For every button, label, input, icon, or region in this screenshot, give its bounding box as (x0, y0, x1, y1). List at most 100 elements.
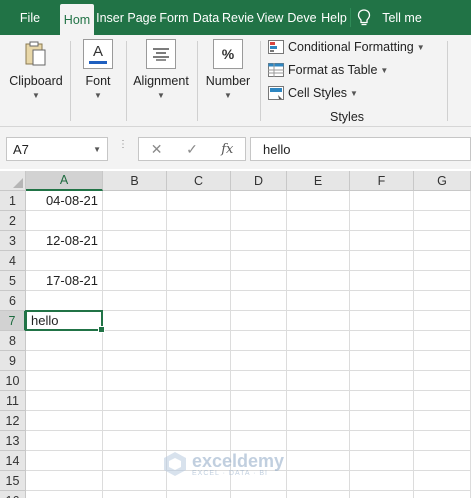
row-header-5[interactable]: 5 (0, 271, 26, 291)
cell-f7[interactable] (350, 311, 414, 331)
cancel-icon[interactable]: ✕ (139, 141, 174, 158)
cell-c5[interactable] (167, 271, 231, 291)
cell-e2[interactable] (287, 211, 350, 231)
cell-f8[interactable] (350, 331, 414, 351)
cell-d12[interactable] (231, 411, 287, 431)
cell-c1[interactable] (167, 191, 231, 211)
alignment-button[interactable]: Alignment ▼ (130, 35, 192, 100)
cell-a3[interactable]: 12-08-21 (26, 231, 103, 251)
cell-d6[interactable] (231, 291, 287, 311)
cell-c9[interactable] (167, 351, 231, 371)
cell-c6[interactable] (167, 291, 231, 311)
cell-e1[interactable] (287, 191, 350, 211)
format-as-table-button[interactable]: Format as Table ▼ (268, 63, 388, 77)
cell-f6[interactable] (350, 291, 414, 311)
chevron-down-icon[interactable]: ▼ (93, 145, 101, 154)
more-options-icon[interactable]: ⋮ (118, 140, 128, 150)
cell-d16[interactable] (231, 491, 287, 498)
lightbulb-icon[interactable] (351, 0, 377, 35)
row-header-14[interactable]: 14 (0, 451, 26, 471)
cell-g6[interactable] (414, 291, 471, 311)
cell-g8[interactable] (414, 331, 471, 351)
row-header-1[interactable]: 1 (0, 191, 26, 211)
cell-f10[interactable] (350, 371, 414, 391)
cell-e14[interactable] (287, 451, 350, 471)
row-header-2[interactable]: 2 (0, 211, 26, 231)
cell-d13[interactable] (231, 431, 287, 451)
cell-d4[interactable] (231, 251, 287, 271)
cell-c10[interactable] (167, 371, 231, 391)
cell-a11[interactable] (26, 391, 103, 411)
cell-b8[interactable] (103, 331, 167, 351)
tab-view[interactable]: View (254, 0, 286, 35)
cell-e12[interactable] (287, 411, 350, 431)
cell-b12[interactable] (103, 411, 167, 431)
cell-a15[interactable] (26, 471, 103, 491)
row-header-12[interactable]: 12 (0, 411, 26, 431)
cell-f3[interactable] (350, 231, 414, 251)
cell-d1[interactable] (231, 191, 287, 211)
font-button[interactable]: A Font ▼ (76, 35, 120, 100)
cell-a7[interactable]: hello (25, 310, 105, 333)
cell-f4[interactable] (350, 251, 414, 271)
row-header-16[interactable]: 16 (0, 491, 26, 498)
cell-g4[interactable] (414, 251, 471, 271)
cell-f13[interactable] (350, 431, 414, 451)
cell-a16[interactable] (26, 491, 103, 498)
tell-me-search[interactable]: Tell me (377, 0, 427, 35)
tab-review[interactable]: Revie (222, 0, 254, 35)
cell-c12[interactable] (167, 411, 231, 431)
cell-a6[interactable] (26, 291, 103, 311)
cell-b4[interactable] (103, 251, 167, 271)
cell-c4[interactable] (167, 251, 231, 271)
row-header-15[interactable]: 15 (0, 471, 26, 491)
row-header-8[interactable]: 8 (0, 331, 26, 351)
cell-a13[interactable] (26, 431, 103, 451)
cell-f11[interactable] (350, 391, 414, 411)
cell-a2[interactable] (26, 211, 103, 231)
name-box[interactable]: A7 ▼ (6, 137, 108, 161)
enter-check-icon[interactable]: ✓ (174, 141, 209, 158)
cell-d2[interactable] (231, 211, 287, 231)
column-header-b[interactable]: B (103, 171, 167, 191)
cell-f9[interactable] (350, 351, 414, 371)
cell-e7[interactable] (287, 311, 350, 331)
cell-c2[interactable] (167, 211, 231, 231)
cell-c11[interactable] (167, 391, 231, 411)
cell-g1[interactable] (414, 191, 471, 211)
tab-help[interactable]: Help (318, 0, 350, 35)
row-header-11[interactable]: 11 (0, 391, 26, 411)
cell-c13[interactable] (167, 431, 231, 451)
row-header-4[interactable]: 4 (0, 251, 26, 271)
cell-b7[interactable] (103, 311, 167, 331)
cell-g16[interactable] (414, 491, 471, 498)
cell-e6[interactable] (287, 291, 350, 311)
column-header-g[interactable]: G (414, 171, 471, 191)
column-header-e[interactable]: E (287, 171, 350, 191)
cell-c3[interactable] (167, 231, 231, 251)
cell-a9[interactable] (26, 351, 103, 371)
cell-a4[interactable] (26, 251, 103, 271)
column-header-a[interactable]: A (26, 171, 103, 191)
cell-d3[interactable] (231, 231, 287, 251)
cell-d10[interactable] (231, 371, 287, 391)
cell-e3[interactable] (287, 231, 350, 251)
cell-f12[interactable] (350, 411, 414, 431)
cell-f1[interactable] (350, 191, 414, 211)
cell-g14[interactable] (414, 451, 471, 471)
cell-e9[interactable] (287, 351, 350, 371)
tab-file[interactable]: File (0, 0, 60, 35)
cell-g2[interactable] (414, 211, 471, 231)
cell-b5[interactable] (103, 271, 167, 291)
cell-a14[interactable] (26, 451, 103, 471)
cell-g13[interactable] (414, 431, 471, 451)
cell-f5[interactable] (350, 271, 414, 291)
row-header-6[interactable]: 6 (0, 291, 26, 311)
cell-e11[interactable] (287, 391, 350, 411)
cell-g12[interactable] (414, 411, 471, 431)
cell-b14[interactable] (103, 451, 167, 471)
cell-e10[interactable] (287, 371, 350, 391)
cell-c8[interactable] (167, 331, 231, 351)
tab-formulas[interactable]: Form (158, 0, 190, 35)
formula-input[interactable]: hello (250, 137, 471, 161)
